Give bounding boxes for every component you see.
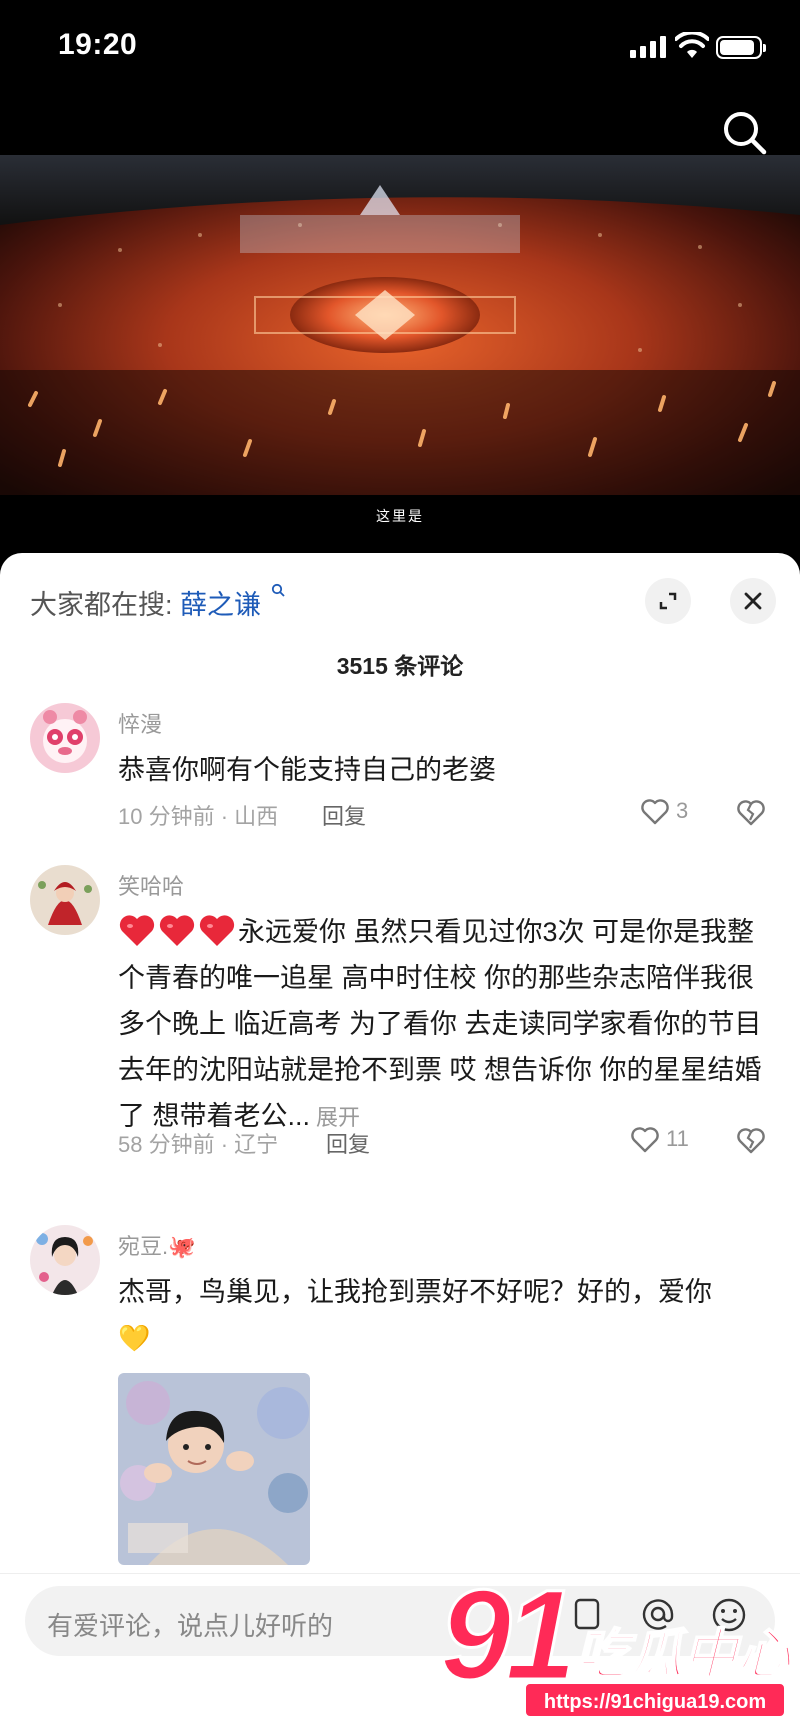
broken-heart-icon[interactable]: [735, 797, 767, 832]
expand-icon[interactable]: [645, 578, 691, 624]
status-bar: 19:20: [0, 0, 800, 100]
heart-emoji: [198, 915, 238, 947]
comment-input-placeholder: 有爱评论，说点儿好听的: [47, 1611, 334, 1641]
hot-search-label: 大家都在搜:: [30, 590, 173, 620]
heart-icon: [641, 799, 669, 825]
watermark-text: 吃瓜中心: [574, 1622, 792, 1687]
avatar[interactable]: [30, 703, 100, 773]
avatar[interactable]: [30, 865, 100, 935]
comment-time-location: 58 分钟前 · 辽宁: [118, 1132, 279, 1157]
concert-video-frame: [0, 155, 800, 495]
comment-text: 恭喜你啊有个能支持自己的老婆: [118, 755, 496, 785]
heart-icon: [631, 1127, 659, 1153]
comment-text: 永远爱你 虽然只看见过你3次 可是你是我整个青春的唯一追星 高中时住校 你的那些…: [118, 917, 762, 1131]
hot-search: 大家都在搜: 薛之谦: [30, 583, 285, 622]
status-time: 19:20: [58, 28, 138, 61]
like-button[interactable]: 3: [640, 797, 688, 825]
watermark-logo: 91 吃瓜中心 https://91chigua19.com: [438, 1563, 795, 1730]
search-icon[interactable]: [720, 108, 770, 158]
video-player[interactable]: [0, 155, 800, 555]
reply-button[interactable]: 回复: [326, 1127, 370, 1159]
watermark-url: https://91chigua19.com: [524, 1682, 786, 1718]
comment-username[interactable]: 悴漫: [118, 707, 162, 739]
hot-search-term[interactable]: 薛之谦: [180, 590, 261, 620]
comment-time-location: 10 分钟前 · 山西: [118, 804, 279, 829]
close-icon[interactable]: [730, 578, 776, 624]
wifi-icon: [675, 32, 709, 58]
like-button[interactable]: 11: [630, 1125, 689, 1153]
signal-icon: [630, 36, 668, 58]
comment-text: 杰哥，鸟巢见，让我抢到票好不好呢？好的，爱你: [118, 1277, 712, 1307]
comment-username[interactable]: 笑哈哈: [118, 869, 184, 901]
attached-photo[interactable]: [118, 1373, 310, 1565]
battery-icon: [716, 36, 766, 59]
video-caption: 这里是: [376, 508, 424, 524]
like-count: 11: [666, 1126, 689, 1151]
avatar[interactable]: [30, 1225, 100, 1295]
comment-username[interactable]: 宛豆.🐙: [118, 1229, 196, 1261]
comment-panel: 大家都在搜: 薛之谦 3515 条评论 悴漫 恭喜你啊有个能支持自己的老婆 10…: [0, 553, 800, 1731]
reply-button[interactable]: 回复: [322, 799, 366, 831]
heart-emoji: [118, 915, 158, 947]
search-small-icon: [271, 583, 285, 601]
heart-emoji: [158, 915, 198, 947]
broken-heart-icon[interactable]: [735, 1125, 767, 1160]
comment-count: 3515 条评论: [336, 653, 464, 679]
like-count: 3: [676, 798, 689, 823]
yellow-heart-emoji: 💛: [118, 1323, 151, 1353]
comment-text-block: 杰哥，鸟巢见，让我抢到票好不好呢？好的，爱你 💛: [118, 1269, 768, 1361]
comment-text-block: 永远爱你 虽然只看见过你3次 可是你是我整个青春的唯一追星 高中时住校 你的那些…: [118, 909, 768, 1141]
